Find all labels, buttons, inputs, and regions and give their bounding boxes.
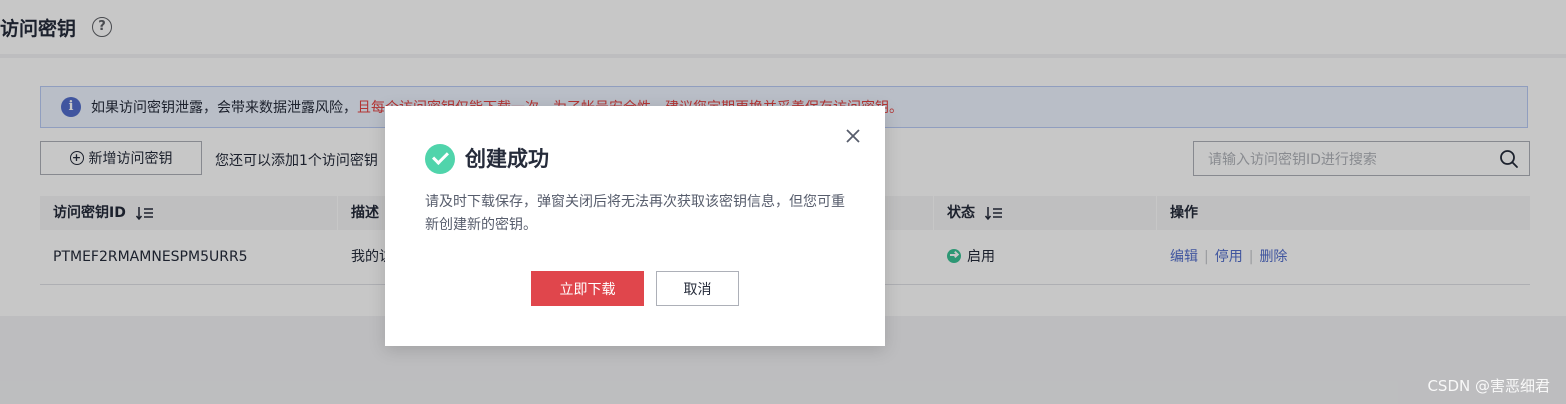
dialog-message: 请及时下载保存，弹窗关闭后将无法再次获取该密钥信息，但您可重新创建新的密钥。 <box>425 194 845 233</box>
download-now-button[interactable]: 立即下载 <box>531 271 644 306</box>
success-check-icon <box>425 144 455 174</box>
dialog-title: 创建成功 <box>465 147 549 171</box>
success-dialog: 创建成功 请及时下载保存，弹窗关闭后将无法再次获取该密钥信息，但您可重新创建新的… <box>385 106 885 346</box>
watermark: CSDN @害恶细君 <box>1427 377 1550 395</box>
cancel-button[interactable]: 取消 <box>656 271 739 306</box>
close-icon[interactable] <box>845 128 861 144</box>
